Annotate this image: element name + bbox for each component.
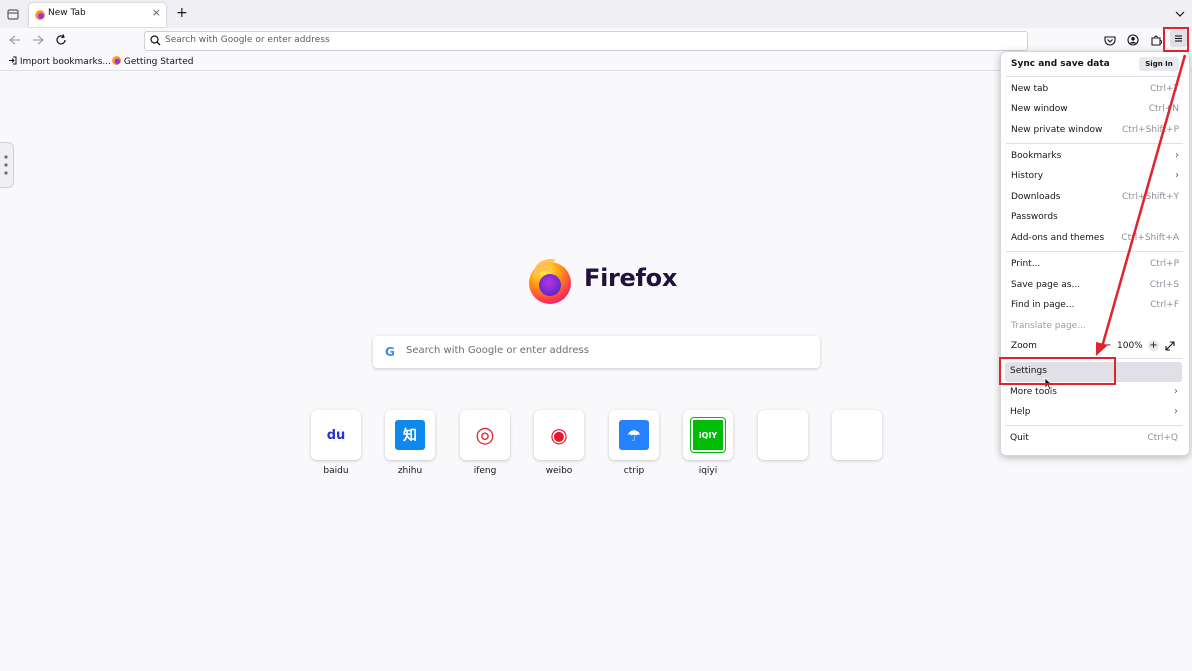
annotation-arrow — [1096, 54, 1187, 356]
